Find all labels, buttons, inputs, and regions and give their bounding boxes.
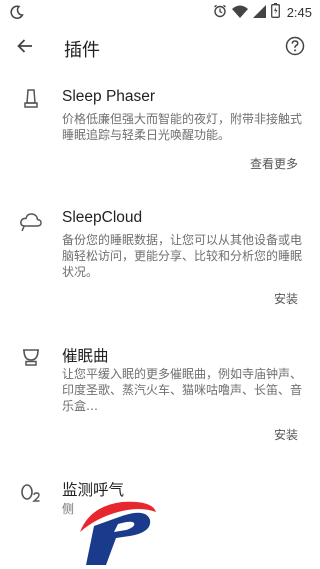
install-button[interactable]: 安装 [274,426,298,443]
status-time: 2:45 [286,5,312,20]
plugin-description: 让您平缓入眠的更多催眠曲，例如寺庙钟声、印度圣歌、蒸汽火车、猫咪咕噜声、长笛、音… [62,367,303,413]
plugin-title: SleepCloud [62,209,143,226]
plugin-title: 催眠曲 [62,348,109,365]
plugin-title: Sleep Phaser [62,88,156,105]
plugin-description: 价格低廉但强大而智能的夜灯，附带非接触式睡眠追踪与轻柔日光唤醒功能。 [62,112,303,142]
page-title: 插件 [64,40,100,61]
app-bar: 插件 [0,28,320,68]
battery-icon [270,3,280,22]
arrow-back-icon [16,37,34,59]
wifi-icon [231,3,248,22]
watermark-logo [70,490,160,569]
help-circle-icon [285,36,305,60]
alarm-icon [213,3,227,22]
back-button[interactable] [12,35,38,61]
lamp-icon [18,86,44,112]
moon-icon [10,4,24,23]
cloud-icon [18,209,44,235]
signal-icon [252,3,266,22]
install-button[interactable]: 安装 [274,290,298,307]
o2-icon [18,480,44,506]
plugin-description: 备份您的睡眠数据，让您可以从其他设备或电脑轻松访问，更能分享、比较和分析您的睡眠… [62,233,303,279]
bowl-icon [18,344,44,370]
status-bar: 2:45 [0,0,320,24]
see-more-button[interactable]: 查看更多 [250,155,298,172]
help-button[interactable] [282,35,308,61]
